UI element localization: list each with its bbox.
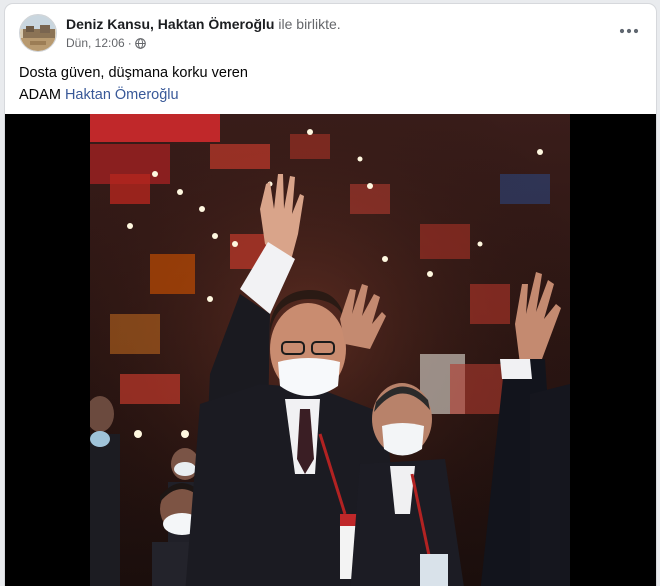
photo-illustration — [90, 114, 570, 586]
avatar-image — [20, 15, 56, 51]
post-photo[interactable] — [90, 114, 570, 586]
post-header: Deniz Kansu, Haktan Ömeroğlu ile birlikt… — [5, 4, 656, 56]
post-text-line-1: Dosta güven, düşmana korku veren — [19, 65, 248, 81]
more-horizontal-icon — [619, 28, 639, 34]
globe-icon[interactable] — [134, 37, 146, 49]
avatar[interactable] — [19, 14, 57, 52]
mention-link[interactable]: Haktan Ömeroğlu — [65, 87, 179, 103]
tagged-person[interactable]: Haktan Ömeroğlu — [158, 16, 275, 32]
post-text-prefix: ADAM — [19, 87, 61, 103]
post-timestamp[interactable]: Dün, 12:06 — [66, 36, 125, 50]
author-line: Deniz Kansu, Haktan Ömeroğlu ile birlikt… — [66, 16, 341, 32]
post-text-line-2: ADAM Haktan Ömeroğlu — [19, 84, 248, 106]
post-text: Dosta güven, düşmana korku veren ADAM Ha… — [19, 62, 248, 106]
meta-dot: · — [127, 36, 132, 50]
author-separator: , — [150, 16, 154, 32]
page: Deniz Kansu, Haktan Ömeroğlu ile birlikt… — [0, 0, 660, 586]
with-label: ile birlikte. — [278, 16, 341, 32]
post-media — [5, 114, 656, 586]
more-options-button[interactable] — [616, 20, 642, 42]
post-meta: Dün, 12:06 · — [66, 36, 146, 50]
post-card: Deniz Kansu, Haktan Ömeroğlu ile birlikt… — [5, 4, 656, 586]
author-name[interactable]: Deniz Kansu — [66, 16, 150, 32]
